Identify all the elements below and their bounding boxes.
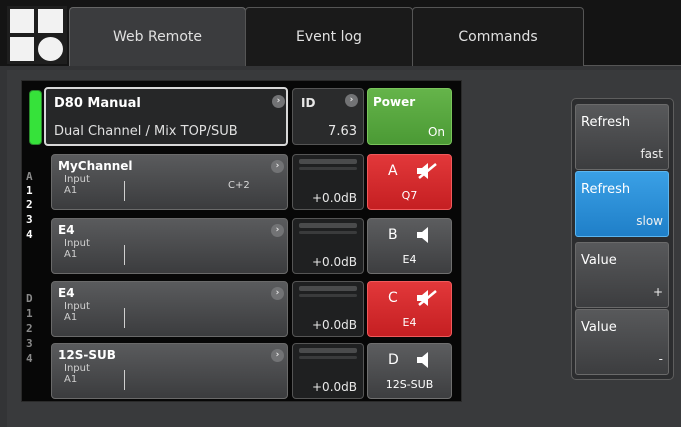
channel-input: Input A1 [64, 238, 90, 260]
gain-button-4[interactable]: +0.0dB [292, 343, 364, 399]
logo-square-tl [10, 9, 34, 33]
output-mute-button-c[interactable]: C E4 [367, 281, 452, 337]
id-value: 7.63 [328, 124, 357, 139]
gain-button-1[interactable]: +0.0dB [292, 154, 364, 210]
logo-square-bl [10, 37, 34, 61]
gain-value: +0.0dB [312, 380, 357, 394]
refresh-fast-button[interactable]: Refresh fast [575, 104, 669, 170]
button-sublabel: + [652, 285, 663, 299]
top-bar: Web Remote Event log Commands [0, 0, 681, 66]
output-label: 12S-SUB [385, 378, 434, 391]
side-label: 3 [26, 337, 33, 350]
output-letter: A [388, 163, 398, 179]
level-meter [299, 159, 357, 164]
channel-input: Input A1 [64, 363, 90, 385]
chevron-right-icon: › [345, 94, 358, 107]
speaker-muted-icon [417, 163, 437, 179]
level-meter [299, 167, 357, 170]
output-letter: B [388, 227, 398, 243]
tab-event-log[interactable]: Event log [245, 7, 413, 66]
level-meter [299, 223, 357, 228]
speaker-icon [417, 227, 428, 243]
device-mode: Dual Channel / Mix TOP/SUB [54, 124, 238, 139]
side-label: 2 [26, 198, 33, 211]
channel-divider [124, 308, 125, 328]
side-label: 2 [26, 322, 33, 335]
value-minus-button[interactable]: Value - [575, 309, 669, 375]
side-label: 4 [26, 228, 33, 241]
channel-button-1[interactable]: MyChannel › Input A1 C+2 [51, 154, 288, 210]
refresh-slow-button[interactable]: Refresh slow [575, 171, 669, 237]
chevron-right-icon: › [271, 349, 284, 362]
app-logo [7, 6, 67, 64]
channel-input: Input A1 [64, 301, 90, 323]
side-label: 4 [26, 352, 33, 365]
channel-button-2[interactable]: E4 › Input A1 [51, 218, 288, 274]
side-label: 1 [26, 307, 33, 320]
level-meter [299, 231, 357, 234]
logo-circle [38, 37, 63, 61]
channel-name: 12S-SUB [58, 348, 116, 362]
button-label: Refresh [581, 182, 631, 197]
level-meter [299, 286, 357, 291]
device-id-button[interactable]: ID › 7.63 [292, 88, 364, 145]
tab-web-remote[interactable]: Web Remote [69, 7, 246, 66]
device-name: D80 Manual [54, 96, 141, 111]
level-meter [299, 348, 357, 353]
gain-value: +0.0dB [312, 191, 357, 205]
channel-name: MyChannel [58, 159, 133, 173]
gain-button-3[interactable]: +0.0dB [292, 281, 364, 337]
channel-input: Input A1 [64, 174, 90, 196]
device-status-led [29, 90, 42, 145]
gain-button-2[interactable]: +0.0dB [292, 218, 364, 274]
chevron-right-icon: › [271, 287, 284, 300]
gain-value: +0.0dB [312, 318, 357, 332]
side-label: 1 [26, 184, 33, 197]
channel-button-4[interactable]: 12S-SUB › Input A1 [51, 343, 288, 399]
channel-name: E4 [58, 286, 75, 300]
button-sublabel: slow [636, 214, 663, 228]
logo-square-tr [38, 9, 63, 33]
gain-value: +0.0dB [312, 255, 357, 269]
chevron-right-icon: › [271, 224, 284, 237]
device-select-button[interactable]: D80 Manual › Dual Channel / Mix TOP/SUB [44, 87, 288, 146]
tab-divider [584, 65, 681, 66]
output-mute-button-d[interactable]: D 12S-SUB [367, 343, 452, 399]
button-label: Value [581, 320, 617, 335]
output-mute-button-a[interactable]: A Q7 [367, 154, 452, 210]
chevron-right-icon: › [272, 95, 285, 108]
channel-divider [124, 181, 125, 201]
button-sublabel: fast [640, 147, 663, 161]
channel-name: E4 [58, 223, 75, 237]
side-label: 3 [26, 213, 33, 226]
level-meter [299, 356, 357, 359]
button-label: Refresh [581, 115, 631, 130]
tab-commands[interactable]: Commands [412, 7, 584, 66]
side-label: A [26, 170, 33, 183]
value-plus-button[interactable]: Value + [575, 242, 669, 308]
output-label: Q7 [401, 189, 418, 202]
channel-divider [124, 370, 125, 390]
button-label: Value [581, 253, 617, 268]
power-button[interactable]: Power On [367, 88, 452, 145]
output-label: E4 [402, 316, 417, 329]
channel-delay: C+2 [228, 180, 250, 191]
channel-divider [124, 245, 125, 265]
id-label: ID [301, 96, 316, 110]
output-letter: D [388, 352, 399, 368]
output-mute-button-b[interactable]: B E4 [367, 218, 452, 274]
speaker-muted-icon [417, 290, 437, 306]
button-sublabel: - [658, 352, 663, 366]
chevron-right-icon: › [271, 160, 284, 173]
side-label: D [26, 292, 33, 305]
output-label: E4 [402, 253, 417, 266]
power-label: Power [373, 95, 416, 109]
channel-button-3[interactable]: E4 › Input A1 [51, 281, 288, 337]
power-state: On [427, 125, 445, 139]
level-meter [299, 294, 357, 297]
output-letter: C [388, 290, 398, 306]
speaker-icon [417, 352, 428, 368]
